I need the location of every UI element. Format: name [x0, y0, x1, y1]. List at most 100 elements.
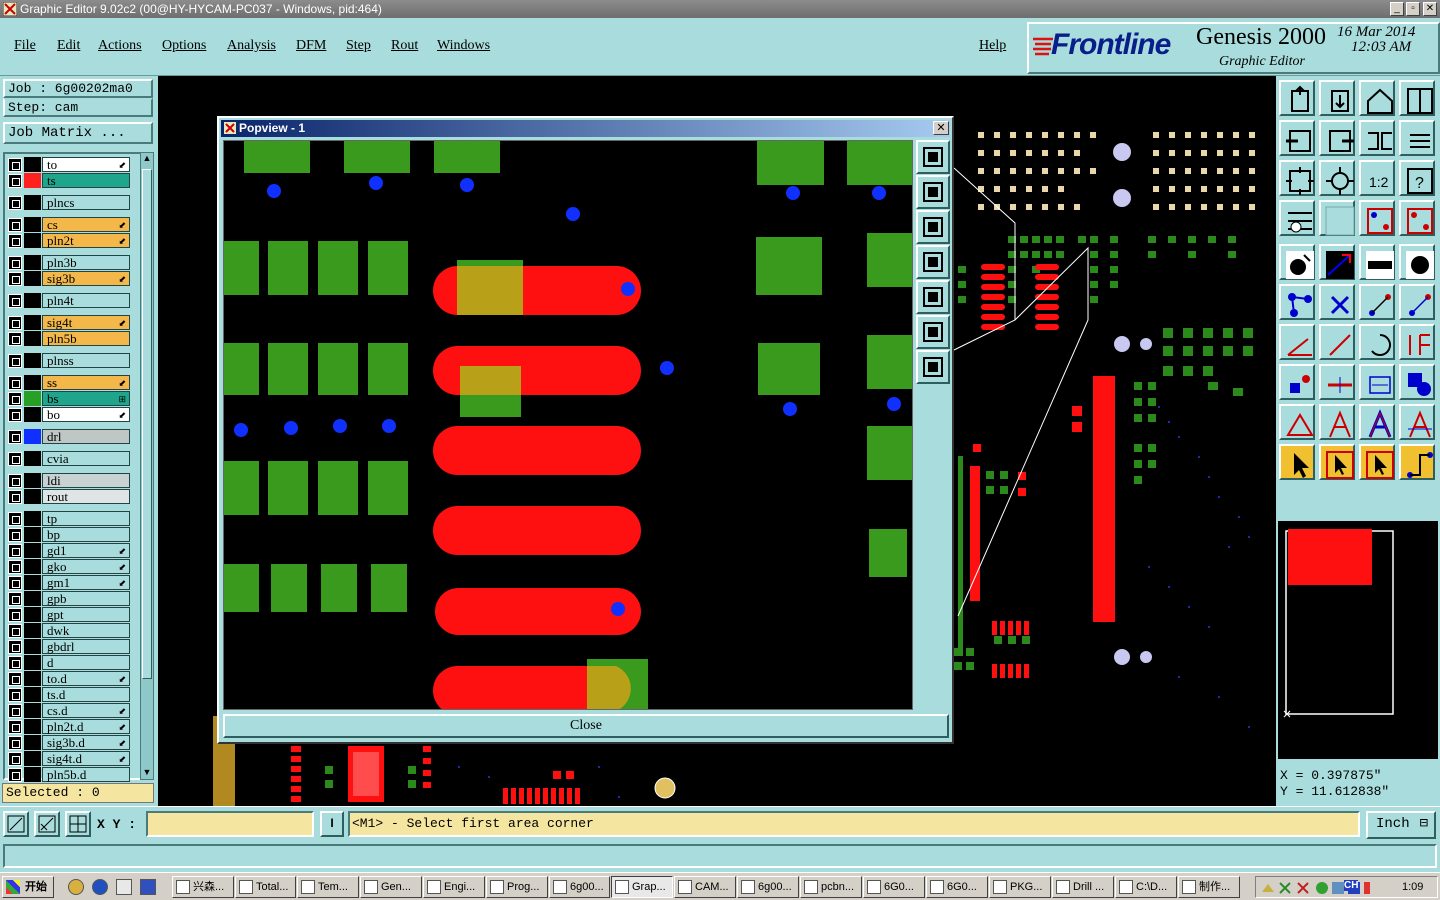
taskbar-task-16[interactable]: 制作... — [1178, 876, 1240, 898]
layer-row-cs-d[interactable]: cs.d ⬋ — [8, 703, 130, 718]
layer-row-pln5b[interactable]: pln5b — [8, 331, 130, 346]
layer-color-swatch[interactable] — [24, 375, 41, 390]
layer-name[interactable]: ldi — [42, 473, 130, 488]
layer-row-d[interactable]: d — [8, 655, 130, 670]
fit-all-button[interactable] — [916, 315, 950, 349]
layer-checkbox[interactable] — [8, 256, 22, 270]
layer-checkbox[interactable] — [8, 608, 22, 622]
layer-color-swatch[interactable] — [24, 751, 41, 766]
measure-mode-button[interactable] — [34, 811, 60, 837]
layer-name[interactable]: cs.d ⬋ — [42, 703, 130, 718]
connect-blue-tool-button[interactable] — [1399, 284, 1435, 320]
layer-color-swatch[interactable] — [24, 195, 41, 210]
layer-name[interactable]: to.d ⬋ — [42, 671, 130, 686]
layer-row-bp[interactable]: bp — [8, 527, 130, 542]
menu-edit[interactable]: Edit — [57, 38, 80, 54]
menu-step[interactable]: Step — [346, 38, 371, 54]
grid-tool-button[interactable] — [1319, 200, 1355, 236]
move-tool-button[interactable] — [1359, 364, 1395, 400]
layer-name[interactable]: ss ⬋ — [42, 375, 130, 390]
layer-color-swatch[interactable] — [24, 331, 41, 346]
layer-name[interactable]: gpt — [42, 607, 130, 622]
layer-row-to-d[interactable]: to.d ⬋ — [8, 671, 130, 686]
layer-checkbox[interactable] — [8, 408, 22, 422]
layer-checkbox[interactable] — [8, 528, 22, 542]
layer-color-swatch[interactable] — [24, 511, 41, 526]
menu-analysis[interactable]: Analysis — [227, 38, 276, 54]
taskbar-task-3[interactable]: Gen... — [360, 876, 422, 898]
zoom-window-button[interactable] — [916, 140, 950, 174]
layer-name[interactable]: ts.d — [42, 687, 130, 702]
layer-scrollbar[interactable]: ▲ ▼ — [140, 152, 154, 780]
pan-right-tool-button[interactable] — [1319, 120, 1355, 156]
layer-color-swatch[interactable] — [24, 233, 41, 248]
layer-checkbox[interactable] — [8, 560, 22, 574]
layer-row-dwk[interactable]: dwk — [8, 623, 130, 638]
overview-map[interactable] — [1278, 521, 1438, 759]
layer-row-sig3b-d[interactable]: sig3b.d ⬋ — [8, 735, 130, 750]
popview-close-button[interactable]: Close — [223, 714, 949, 738]
layer-checkbox[interactable] — [8, 720, 22, 734]
taskbar-task-13[interactable]: PKG... — [989, 876, 1051, 898]
taskbar-task-9[interactable]: 6g00... — [737, 876, 799, 898]
layer-checkbox[interactable] — [8, 490, 22, 504]
layer-name[interactable]: sig3b ⬋ — [42, 271, 130, 286]
pointer-box-tool-button[interactable] — [1319, 444, 1355, 480]
layer-row-pln2t[interactable]: pln2t ⬋ — [8, 233, 130, 248]
taskbar-task-1[interactable]: Total... — [235, 876, 296, 898]
layer-compare-red-tool-button[interactable] — [1399, 200, 1435, 236]
layer-row-gpt[interactable]: gpt — [8, 607, 130, 622]
layer-color-swatch[interactable] — [24, 735, 41, 750]
restore-button[interactable]: ▫ — [1406, 2, 1420, 16]
layer-name[interactable]: gd1 ⬋ — [42, 543, 130, 558]
layer-name[interactable]: ts — [42, 173, 130, 188]
layer-row-bo[interactable]: bo ⬋ — [8, 407, 130, 422]
help-question-tool-button[interactable]: ? — [1399, 160, 1435, 196]
layer-row-ldi[interactable]: ldi — [8, 473, 130, 488]
layer-color-swatch[interactable] — [24, 639, 41, 654]
layer-row-gko[interactable]: gko ⬋ — [8, 559, 130, 574]
layer-name[interactable]: bp — [42, 527, 130, 542]
taskbar-task-15[interactable]: C:\D... — [1115, 876, 1177, 898]
layer-name[interactable]: cs ⬋ — [42, 217, 130, 232]
layer-row-gpb[interactable]: gpb — [8, 591, 130, 606]
settings-tool-button[interactable] — [1279, 200, 1315, 236]
close-window-button[interactable]: ✕ — [1423, 2, 1437, 16]
fit-screen-tool-button[interactable] — [1279, 160, 1315, 196]
layer-name[interactable]: pln5b — [42, 331, 130, 346]
zoom-down-tool-button[interactable] — [1319, 80, 1355, 116]
layer-checkbox[interactable] — [8, 624, 22, 638]
flip-tool-button[interactable] — [1359, 120, 1395, 156]
xy-input[interactable] — [146, 811, 314, 837]
layer-row-rout[interactable]: rout — [8, 489, 130, 504]
layer-name[interactable]: pln2t ⬋ — [42, 233, 130, 248]
taskbar-task-12[interactable]: 6G0... — [926, 876, 988, 898]
menu-help[interactable]: Help — [979, 38, 1006, 54]
slash-tool-button[interactable] — [1319, 324, 1355, 360]
layer-color-swatch[interactable] — [24, 451, 41, 466]
menu-dfm[interactable]: DFM — [296, 38, 326, 54]
pad-edit-tool-button[interactable] — [1279, 364, 1315, 400]
layer-row-cs[interactable]: cs ⬋ — [8, 217, 130, 232]
snap-mode-button[interactable] — [3, 811, 29, 837]
connect-tool-button[interactable] — [1359, 284, 1395, 320]
start-button[interactable]: 开始 — [2, 876, 54, 898]
popview-canvas[interactable] — [223, 140, 913, 710]
layer-row-gbdrl[interactable]: gbdrl — [8, 639, 130, 654]
zoom-home-tool-button[interactable] — [1279, 80, 1315, 116]
window-titlebar[interactable]: Graphic Editor 9.02c2 (00@HY-HYCAM-PC037… — [0, 0, 1440, 18]
job-matrix-button[interactable]: Job Matrix ... — [3, 122, 153, 144]
layer-name[interactable]: pln4t — [42, 293, 130, 308]
layer-name[interactable]: gko ⬋ — [42, 559, 130, 574]
layer-name[interactable]: plnss — [42, 353, 130, 368]
layer-color-swatch[interactable] — [24, 293, 41, 308]
taskbar-task-5[interactable]: Prog... — [486, 876, 548, 898]
layer-row-cvia[interactable]: cvia — [8, 451, 130, 466]
layer-color-swatch[interactable] — [24, 719, 41, 734]
layer-color-swatch[interactable] — [24, 217, 41, 232]
taskbar-task-0[interactable]: 兴森... — [172, 876, 234, 898]
layer-color-swatch[interactable] — [24, 353, 41, 368]
fit-center-button[interactable] — [916, 350, 950, 384]
delete-node-tool-button[interactable] — [1319, 284, 1355, 320]
redraw-tool-button[interactable] — [1399, 120, 1435, 156]
